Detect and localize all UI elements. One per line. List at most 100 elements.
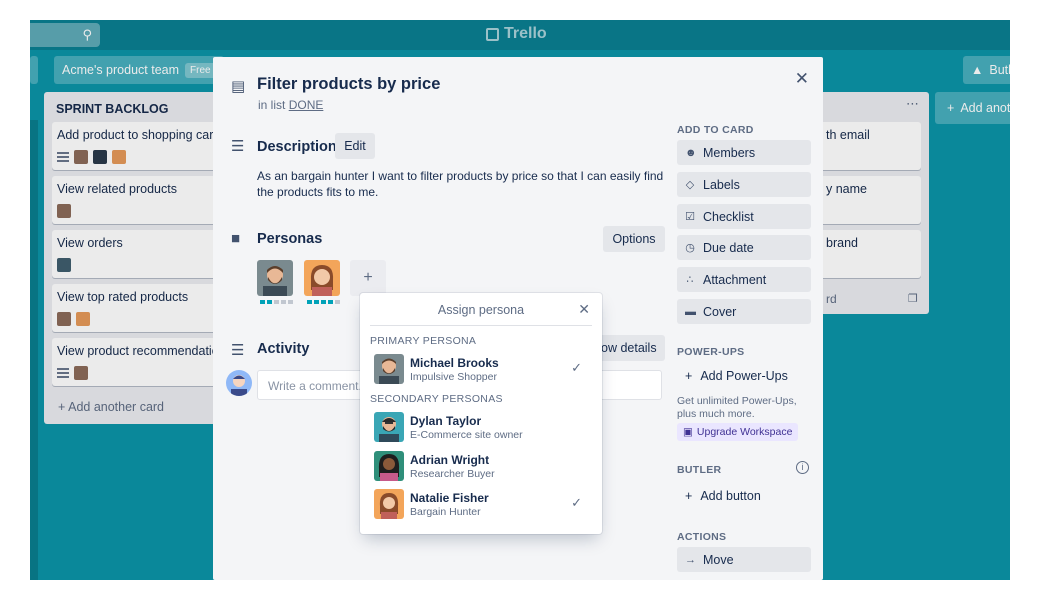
members-label: Members — [703, 145, 756, 160]
cover-button[interactable]: ▬ Cover — [677, 299, 811, 324]
powerups-heading: POWER-UPS — [677, 346, 745, 358]
card-title: View top rated products — [57, 290, 189, 304]
persona-avatar — [57, 312, 71, 326]
board-menu-button[interactable] — [30, 56, 38, 84]
trello-window: ⚲ Trello Acme's product team Free ▲ Butl… — [30, 20, 1010, 580]
persona-option-adrian-wright[interactable]: Adrian Wright Researcher Buyer — [374, 451, 588, 483]
add-persona-button[interactable]: + — [350, 260, 386, 296]
persona-avatar — [57, 258, 71, 272]
add-card-button[interactable]: + Add another card — [58, 400, 164, 414]
due-date-button[interactable]: ◷ Due date — [677, 235, 811, 260]
activity-icon: ☰ — [231, 342, 245, 359]
checklist-button[interactable]: ☑ Checklist — [677, 204, 811, 229]
checklist-label: Checklist — [703, 209, 754, 224]
trello-logo[interactable]: Trello — [486, 25, 547, 43]
in-list-prefix: in list — [258, 98, 286, 112]
plus-icon: + — [685, 369, 693, 383]
persona-name: Dylan Taylor — [410, 414, 482, 428]
info-icon[interactable]: i — [796, 461, 809, 474]
primary-persona-heading: PRIMARY PERSONA — [370, 335, 477, 347]
activity-heading: Activity — [257, 341, 310, 357]
search-icon[interactable]: ⚲ — [82, 27, 92, 43]
persona-face-icon — [310, 265, 334, 296]
persona-level-natalie-fisher — [307, 300, 340, 304]
persona-avatar-michael-brooks[interactable] — [257, 260, 293, 296]
briefcase-icon: ▣ — [683, 426, 693, 438]
edit-description-button[interactable]: Edit — [335, 133, 375, 159]
persona-name: Michael Brooks — [410, 356, 499, 370]
description-icon: ☰ — [231, 138, 245, 155]
cover-label: Cover — [703, 304, 737, 319]
persona-name: Adrian Wright — [410, 453, 490, 467]
persona-face-icon — [379, 358, 399, 384]
add-button-button[interactable]: + Add button — [685, 489, 761, 503]
plus-icon: + — [947, 101, 955, 115]
persona-avatar — [74, 366, 88, 380]
persona-avatar — [57, 204, 71, 218]
secondary-personas-heading: SECONDARY PERSONAS — [370, 393, 503, 405]
card-title[interactable]: Filter products by price — [257, 75, 440, 94]
assign-persona-popover: Assign persona ✕ PRIMARY PERSONA Michael… — [360, 293, 602, 534]
description-text[interactable]: As an bargain hunter I want to filter pr… — [257, 168, 677, 200]
close-icon[interactable]: ✕ — [578, 301, 590, 318]
show-details-button[interactable]: ow details — [595, 335, 665, 361]
card-icon: ▤ — [231, 78, 246, 95]
add-list-label: Add anot — [960, 101, 1010, 115]
checklist-icon: ☑ — [685, 211, 695, 223]
persona-option-michael-brooks[interactable]: Michael Brooks Impulsive Shopper ✓ — [374, 354, 588, 386]
add-powerups-button[interactable]: + Add Power-Ups — [685, 369, 788, 383]
persona-icon: ■ — [231, 230, 241, 247]
search-box[interactable]: ⚲ — [30, 23, 100, 47]
persona-role: Bargain Hunter — [410, 506, 481, 518]
persona-option-dylan-taylor[interactable]: Dylan Taylor E-Commerce site owner — [374, 412, 588, 444]
plus-icon: + — [685, 489, 693, 503]
check-icon: ✓ — [571, 495, 582, 510]
attachment-label: Attachment — [703, 272, 767, 287]
labels-label: Labels — [703, 177, 740, 192]
persona-face-icon — [378, 454, 400, 481]
add-card-partial[interactable]: rd — [826, 292, 837, 306]
persona-name: Natalie Fisher — [410, 491, 489, 505]
cover-icon: ▬ — [685, 305, 696, 318]
trello-logo-icon — [486, 27, 499, 41]
team-button[interactable]: Acme's product team Free — [54, 56, 224, 84]
card-title: brand — [826, 236, 858, 250]
card-title: View orders — [57, 236, 123, 250]
user-avatar — [226, 370, 252, 396]
plus-icon: + — [58, 400, 66, 414]
template-icon[interactable]: ❐ — [908, 292, 918, 305]
card-sidebar: ADD TO CARD ☻ Members ◇ Labels ☑ Checklist … — [677, 57, 823, 580]
plan-badge: Free — [185, 62, 216, 78]
list-title: SPRINT BACKLOG — [56, 102, 169, 116]
paperclip-icon: ∴ — [686, 274, 694, 286]
persona-avatar — [374, 451, 404, 481]
tag-icon: ◇ — [685, 179, 695, 191]
persona-option-natalie-fisher[interactable]: Natalie Fisher Bargain Hunter ✓ — [374, 489, 588, 521]
persona-role: E-Commerce site owner — [410, 429, 523, 441]
list-reference: in list DONE — [258, 98, 323, 112]
members-button[interactable]: ☻ Members — [677, 140, 811, 165]
persona-avatar-natalie-fisher[interactable] — [304, 260, 340, 296]
labels-button[interactable]: ◇ Labels — [677, 172, 811, 197]
list-link[interactable]: DONE — [289, 98, 324, 112]
description-icon — [57, 368, 69, 378]
description-icon — [57, 152, 69, 162]
arrow-right-icon: → — [685, 553, 696, 566]
card-title: th email — [826, 128, 870, 142]
upgrade-workspace-button[interactable]: ▣ Upgrade Workspace — [677, 423, 799, 441]
list-menu-icon[interactable]: ⋯ — [906, 96, 919, 112]
attachment-button[interactable]: ∴ Attachment — [677, 267, 811, 292]
card-title: View product recommendation — [57, 344, 226, 358]
persona-face-icon — [379, 493, 399, 519]
persona-avatar — [374, 354, 404, 384]
card-title: View related products — [57, 182, 177, 196]
personas-options-button[interactable]: Options — [603, 226, 665, 252]
divider — [370, 325, 592, 326]
butler-button[interactable]: ▲ Butl — [963, 56, 1010, 84]
top-bar: ⚲ Trello — [30, 20, 1010, 50]
add-button-label: Add button — [700, 489, 761, 503]
move-button[interactable]: → Move — [677, 547, 811, 572]
add-list-button[interactable]: + Add anot — [935, 92, 1010, 124]
add-card-label: Add another card — [68, 400, 165, 414]
clock-icon: ◷ — [685, 242, 695, 254]
